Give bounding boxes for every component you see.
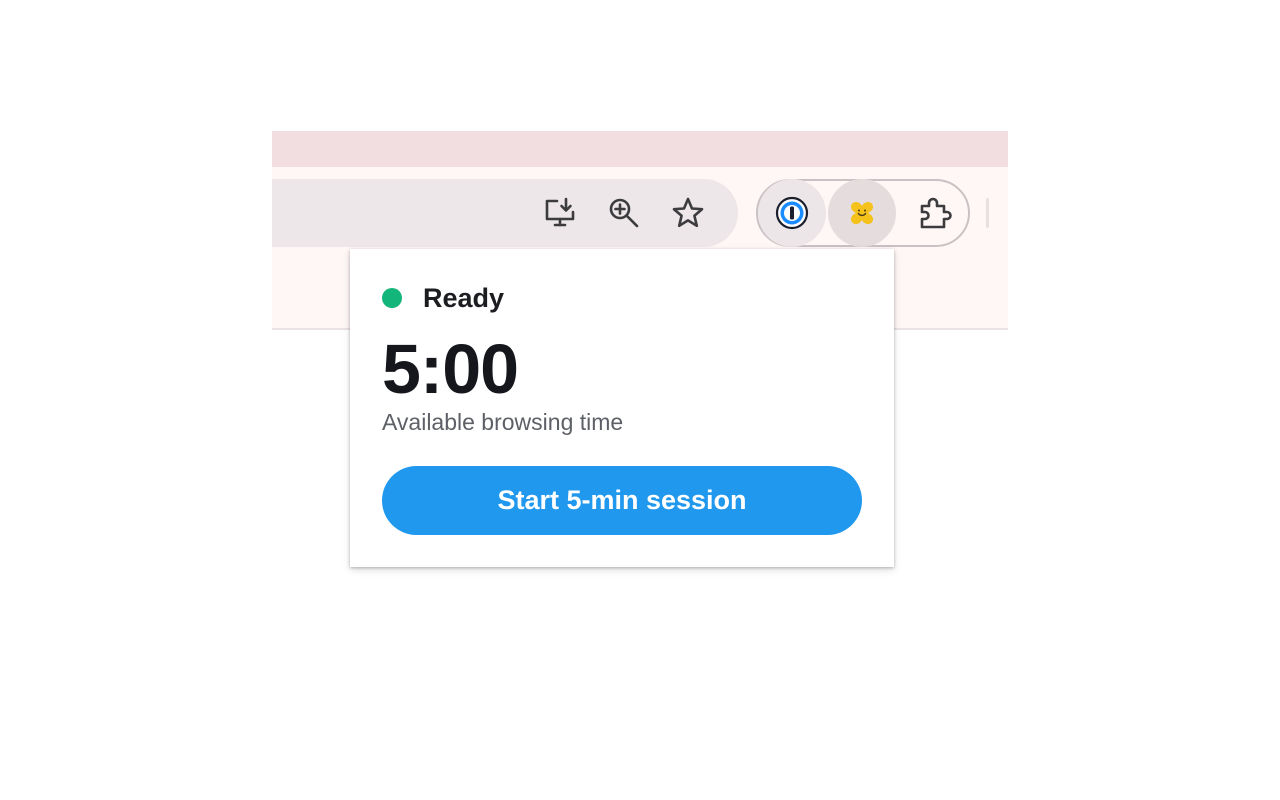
- extensions-puzzle-icon[interactable]: [900, 179, 968, 247]
- toolbar-divider: [986, 198, 989, 228]
- 1password-icon[interactable]: [758, 179, 826, 247]
- extensions-group: [756, 179, 970, 247]
- address-bar[interactable]: [272, 179, 738, 247]
- install-app-icon[interactable]: [541, 194, 579, 232]
- start-session-button[interactable]: Start 5-min session: [382, 466, 862, 535]
- available-time-value: 5:00: [382, 330, 519, 408]
- bookmark-star-icon[interactable]: [669, 194, 707, 232]
- zoom-icon[interactable]: [605, 194, 643, 232]
- status-indicator-dot: [382, 288, 402, 308]
- status-label: Ready: [423, 282, 505, 313]
- extension-popup: Ready 5:00 Available browsing time Start…: [350, 249, 894, 567]
- tab-strip: [272, 131, 1008, 167]
- focus-extension-icon[interactable]: [828, 179, 896, 247]
- status-row: Ready: [382, 279, 504, 317]
- available-time-caption: Available browsing time: [382, 409, 624, 435]
